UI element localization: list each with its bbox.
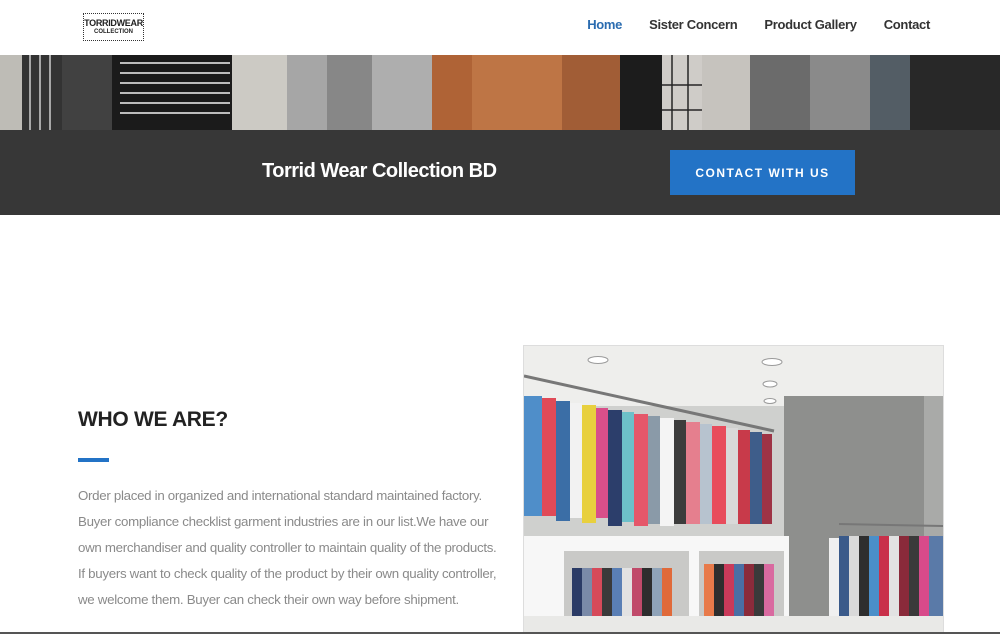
about-paragraph: Order placed in organized and internatio… [78,483,508,613]
clothing-banner-image [0,55,1000,130]
site-header: TORRIDWEAR COLLECTION Home Sister Concer… [0,0,1000,55]
store-interior-illustration [524,346,943,633]
heading-divider [78,458,109,462]
nav-contact[interactable]: Contact [884,17,931,32]
main-nav: Home Sister Concern Product Gallery Cont… [587,17,930,32]
store-interior-photo [523,345,944,634]
nav-sister-concern[interactable]: Sister Concern [649,17,738,32]
nav-home[interactable]: Home [587,17,622,32]
logo-line2: COLLECTION [94,29,133,35]
nav-product-gallery[interactable]: Product Gallery [764,17,857,32]
logo-line1: TORRIDWEAR [84,18,143,28]
about-line: If buyers want to check quality of the p… [78,566,497,581]
about-line: Buyer compliance checklist garment indus… [78,514,489,529]
about-line: Order placed in organized and internatio… [78,488,482,503]
cta-title: Torrid Wear Collection BD [262,160,497,182]
about-heading: WHO WE ARE? [78,408,228,431]
clothing-rack-illustration [0,55,1000,130]
contact-with-us-button[interactable]: CONTACT WITH US [670,150,855,195]
cta-bar: Torrid Wear Collection BD CONTACT WITH U… [0,130,1000,215]
site-logo[interactable]: TORRIDWEAR COLLECTION [83,13,144,41]
about-line: we welcome them. Buyer can check their o… [78,592,459,607]
about-line: own merchandiser and quality controller … [78,540,497,555]
